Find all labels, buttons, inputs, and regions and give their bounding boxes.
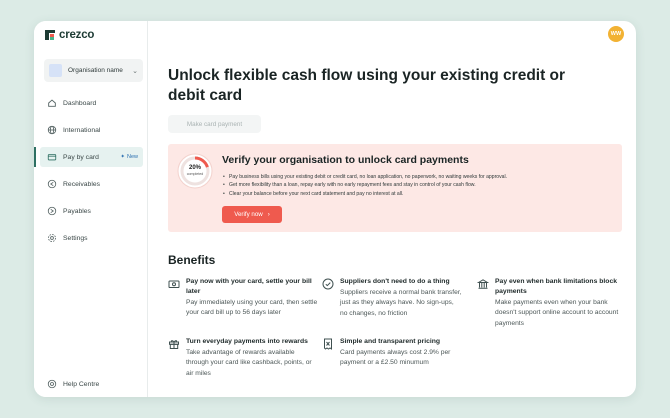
sidebar: crezco Organisation name ⌄ Dashboard Int… [34, 21, 148, 397]
sidebar-item-label: Dashboard [63, 99, 97, 107]
verify-bullet-list: Pay business bills using your existing d… [222, 173, 617, 199]
new-badge: ✦ New [120, 154, 138, 160]
user-avatar[interactable]: WW [608, 26, 624, 42]
sidebar-item-receivables[interactable]: Receivables [34, 174, 148, 194]
sidebar-item-settings[interactable]: Settings [34, 228, 148, 248]
cash-icon [168, 277, 180, 289]
benefit-description: Pay immediately using your card, then se… [186, 299, 318, 317]
gift-icon [168, 337, 180, 349]
brand-name: crezco [59, 29, 95, 41]
sidebar-item-label: International [63, 126, 101, 134]
app-window: crezco Organisation name ⌄ Dashboard Int… [34, 21, 636, 397]
crezco-logo-icon [45, 30, 55, 40]
progress-label: completed [186, 172, 204, 176]
benefit-description: Take advantage of rewards available thro… [186, 349, 312, 377]
benefit-title: Suppliers don't need to do a thing [340, 278, 450, 285]
benefit-title: Turn everyday payments into rewards [186, 338, 308, 345]
brand-logo[interactable]: crezco [45, 29, 94, 41]
benefits-heading: Benefits [168, 253, 216, 267]
organisation-name: Organisation name [68, 67, 123, 74]
sidebar-item-label: Settings [63, 234, 88, 242]
chevron-right-icon: › [267, 211, 270, 218]
benefit-item: Suppliers don't need to do a thing Suppl… [322, 277, 462, 319]
help-centre-label: Help Centre [63, 380, 100, 388]
globe-icon [47, 125, 57, 135]
benefit-description: Make payments even when your bank doesn'… [495, 299, 619, 327]
bank-icon [476, 277, 490, 289]
sidebar-item-label: Payables [63, 207, 91, 215]
home-icon [47, 98, 57, 108]
page-title: Unlock flexible cash flow using your exi… [168, 67, 566, 104]
make-card-payment-button[interactable]: Make card payment [168, 115, 261, 133]
benefit-item: Turn everyday payments into rewards Take… [168, 337, 318, 379]
benefit-item: Pay now with your card, settle your bill… [168, 277, 318, 319]
sidebar-item-label: Receivables [63, 180, 101, 188]
sidebar-item-dashboard[interactable]: Dashboard [34, 93, 148, 113]
benefit-title: Pay now with your card, settle your bill… [186, 278, 312, 295]
organisation-selector[interactable]: Organisation name ⌄ [44, 59, 143, 82]
benefit-item: Pay even when bank limitations block pay… [476, 277, 625, 329]
verify-bullet: Clear your balance before your next card… [222, 190, 617, 199]
new-badge-label: New [126, 154, 138, 160]
benefit-description: Suppliers receive a normal bank transfer… [340, 289, 462, 317]
receivables-icon [47, 179, 57, 189]
card-icon [47, 152, 57, 162]
benefit-title: Simple and transparent pricing [340, 338, 441, 345]
payables-icon [47, 206, 57, 216]
sidebar-item-international[interactable]: International [34, 120, 148, 140]
verify-banner: 20% completed Verify your organisation t… [168, 144, 622, 232]
sidebar-item-pay-by-card[interactable]: Pay by card ✦ New [34, 147, 143, 167]
check-circle-icon [322, 277, 334, 290]
verify-bullet: Pay business bills using your existing d… [222, 173, 617, 182]
sidebar-item-label: Pay by card [63, 153, 99, 161]
main-content: WW Unlock flexible cash flow using your … [148, 21, 636, 397]
organisation-avatar [49, 64, 62, 77]
progress-percent: 20% [188, 165, 201, 171]
verify-now-label: Verify now [234, 211, 263, 218]
help-icon [47, 379, 57, 389]
verify-bullet: Get more flexibility than a loan, repay … [222, 181, 617, 190]
sparkle-icon: ✦ [120, 154, 125, 160]
verify-now-button[interactable]: Verify now › [222, 206, 282, 223]
verify-title: Verify your organisation to unlock card … [222, 154, 469, 166]
gear-icon [47, 233, 57, 243]
benefit-item: Simple and transparent pricing Card paym… [322, 337, 462, 369]
chevron-down-icon: ⌄ [132, 67, 138, 75]
receipt-icon [322, 337, 334, 350]
sidebar-item-payables[interactable]: Payables [34, 201, 148, 221]
progress-readout: 20% completed [175, 151, 215, 191]
sidebar-nav: Dashboard International Pay by card ✦ Ne… [34, 93, 148, 255]
help-centre-link[interactable]: Help Centre [47, 379, 99, 389]
benefit-description: Card payments always cost 2.9% per payme… [340, 349, 451, 367]
benefit-title: Pay even when bank limitations block pay… [495, 278, 618, 295]
